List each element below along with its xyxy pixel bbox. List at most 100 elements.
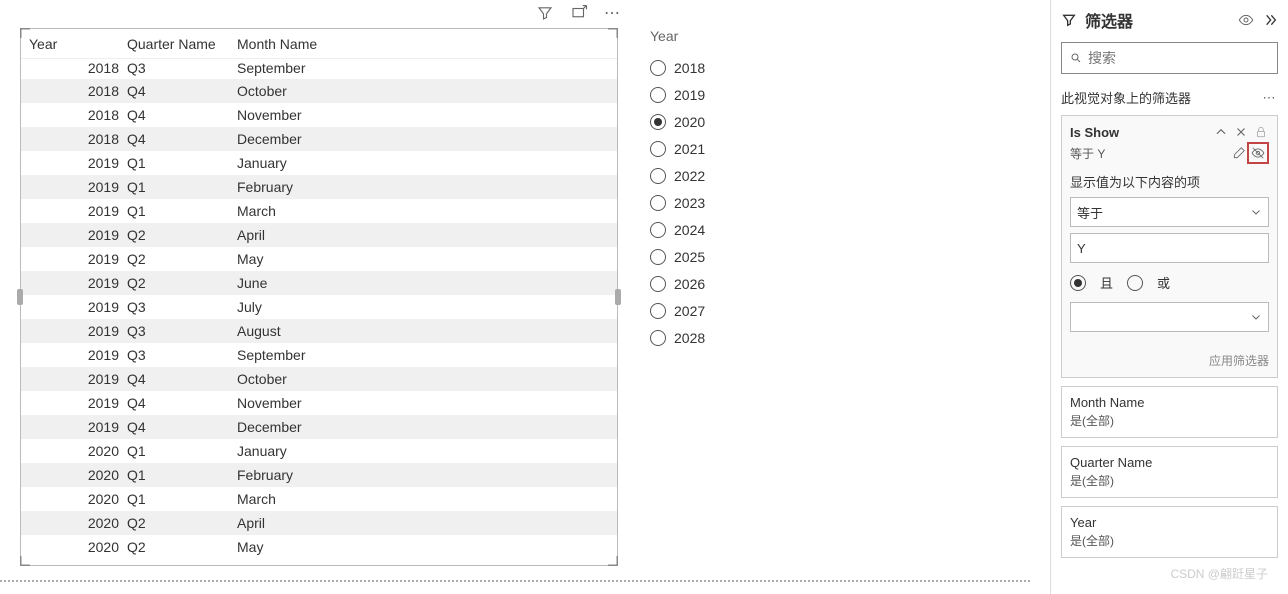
filter-card[interactable]: Quarter Name是(全部): [1061, 446, 1278, 498]
slicer-item[interactable]: 2023: [650, 189, 790, 216]
value-input[interactable]: Y: [1070, 233, 1269, 263]
table-row[interactable]: 2019Q2April: [21, 223, 617, 247]
search-box[interactable]: [1061, 42, 1278, 74]
lock-icon[interactable]: [1253, 124, 1269, 140]
more-icon[interactable]: ⋯: [1262, 90, 1278, 106]
table-row[interactable]: 2019Q4October: [21, 367, 617, 391]
slicer-item[interactable]: 2028: [650, 324, 790, 351]
table-row[interactable]: 2018Q4November: [21, 103, 617, 127]
table-row[interactable]: 2019Q3August: [21, 319, 617, 343]
filter-card-isshow[interactable]: Is Show 等于 Y 显示值为以下内容的项 等于 Y 且 或: [1061, 115, 1278, 378]
close-icon[interactable]: [1233, 124, 1249, 140]
and-radio[interactable]: [1070, 275, 1086, 291]
resize-handle-tr[interactable]: [608, 28, 618, 38]
cell-month: June: [237, 275, 611, 291]
cell-month: January: [237, 155, 611, 171]
hide-filter-highlight: [1247, 142, 1269, 164]
slicer-item[interactable]: 2020: [650, 108, 790, 135]
filter-card[interactable]: Year是(全部): [1061, 506, 1278, 558]
cell-quarter: Q1: [127, 179, 237, 195]
table-body[interactable]: 2018Q3September2018Q4October2018Q4Novemb…: [21, 59, 617, 559]
slicer-label: 2022: [674, 168, 705, 184]
table-row[interactable]: 2019Q2May: [21, 247, 617, 271]
cell-year: 2019: [27, 419, 127, 435]
col-header-quarter[interactable]: Quarter Name: [127, 36, 237, 52]
slicer-label: 2019: [674, 87, 705, 103]
cell-year: 2019: [27, 203, 127, 219]
table-row[interactable]: 2018Q3September: [21, 59, 617, 79]
cell-quarter: Q1: [127, 467, 237, 483]
col-header-month[interactable]: Month Name: [237, 36, 611, 52]
search-input[interactable]: [1088, 50, 1269, 66]
table-row[interactable]: 2018Q4October: [21, 79, 617, 103]
resize-handle-ml[interactable]: [17, 289, 23, 305]
cell-month: May: [237, 539, 611, 555]
cell-quarter: Q4: [127, 371, 237, 387]
table-row[interactable]: 2020Q1March: [21, 487, 617, 511]
filter-icon[interactable]: [536, 4, 554, 22]
table-row[interactable]: 2019Q3July: [21, 295, 617, 319]
radio-icon: [650, 195, 666, 211]
slicer-item[interactable]: 2027: [650, 297, 790, 324]
operator-select-2[interactable]: [1070, 302, 1269, 332]
table-row[interactable]: 2019Q2June: [21, 271, 617, 295]
section-header: 此视觉对象上的筛选器 ⋯: [1061, 88, 1278, 107]
cell-quarter: Q3: [127, 299, 237, 315]
slicer-item[interactable]: 2019: [650, 81, 790, 108]
chevron-down-icon: [1250, 206, 1262, 218]
table-row[interactable]: 2019Q4December: [21, 415, 617, 439]
slicer-item[interactable]: 2025: [650, 243, 790, 270]
radio-icon: [650, 141, 666, 157]
slicer-item[interactable]: 2021: [650, 135, 790, 162]
slicer-item[interactable]: 2026: [650, 270, 790, 297]
page-boundary: [0, 580, 1030, 582]
cell-month: March: [237, 203, 611, 219]
cell-quarter: Q2: [127, 227, 237, 243]
eraser-icon[interactable]: [1231, 145, 1247, 161]
slicer-label: 2020: [674, 114, 705, 130]
table-visual[interactable]: Year Quarter Name Month Name 2018Q3Septe…: [20, 28, 618, 566]
radio-icon: [650, 276, 666, 292]
eye-icon[interactable]: [1238, 12, 1254, 28]
cell-year: 2019: [27, 347, 127, 363]
cell-year: 2020: [27, 539, 127, 555]
filter-name: Quarter Name: [1070, 455, 1269, 470]
table-row[interactable]: 2019Q4November: [21, 391, 617, 415]
filter-icon: [1061, 12, 1077, 28]
cell-year: 2019: [27, 299, 127, 315]
table-row[interactable]: 2020Q2April: [21, 511, 617, 535]
slicer-label: 2021: [674, 141, 705, 157]
cell-year: 2020: [27, 443, 127, 459]
focus-mode-icon[interactable]: [570, 4, 588, 22]
cell-quarter: Q2: [127, 539, 237, 555]
slicer-item[interactable]: 2018: [650, 54, 790, 81]
table-row[interactable]: 2019Q1January: [21, 151, 617, 175]
cell-month: October: [237, 83, 611, 99]
cell-month: October: [237, 371, 611, 387]
slicer-item[interactable]: 2022: [650, 162, 790, 189]
apply-filter-link[interactable]: 应用筛选器: [1070, 352, 1269, 369]
chevron-up-icon[interactable]: [1213, 124, 1229, 140]
resize-handle-mr[interactable]: [615, 289, 621, 305]
table-row[interactable]: 2020Q2May: [21, 535, 617, 559]
watermark: CSDN @翩跹星子: [1170, 565, 1268, 582]
table-row[interactable]: 2019Q3September: [21, 343, 617, 367]
col-header-year[interactable]: Year: [27, 36, 127, 52]
table-row[interactable]: 2020Q1January: [21, 439, 617, 463]
filter-name: Is Show: [1070, 125, 1209, 140]
or-radio[interactable]: [1127, 275, 1143, 291]
filter-card[interactable]: Month Name是(全部): [1061, 386, 1278, 438]
resize-handle-bl[interactable]: [20, 556, 30, 566]
eye-off-icon[interactable]: [1250, 145, 1266, 161]
more-options-icon[interactable]: ⋯: [604, 4, 622, 22]
resize-handle-br[interactable]: [608, 556, 618, 566]
resize-handle-tl[interactable]: [20, 28, 30, 38]
slicer-item[interactable]: 2024: [650, 216, 790, 243]
table-row[interactable]: 2019Q1February: [21, 175, 617, 199]
table-row[interactable]: 2020Q1February: [21, 463, 617, 487]
expand-right-icon[interactable]: [1262, 12, 1278, 28]
table-row[interactable]: 2018Q4December: [21, 127, 617, 151]
cell-quarter: Q2: [127, 251, 237, 267]
operator-select[interactable]: 等于: [1070, 197, 1269, 227]
table-row[interactable]: 2019Q1March: [21, 199, 617, 223]
